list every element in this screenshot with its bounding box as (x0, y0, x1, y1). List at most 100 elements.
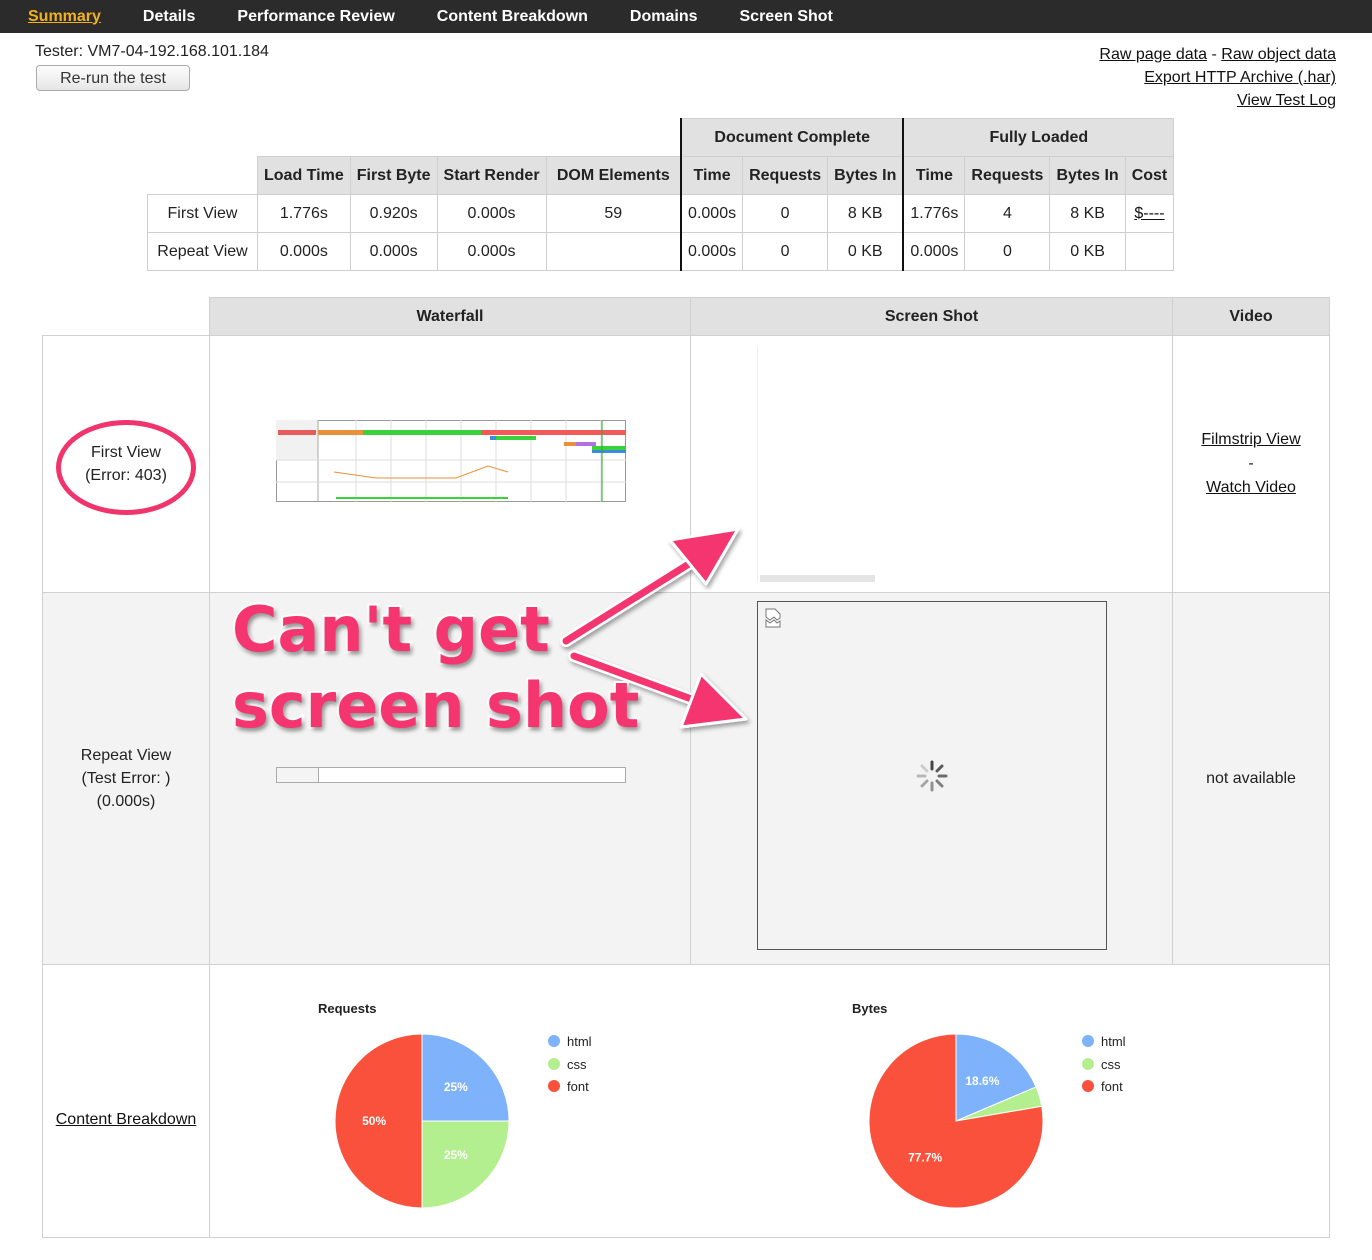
table-cell: 1.776s (257, 194, 351, 233)
requests-legend: html css font (548, 1031, 592, 1099)
screenshot-placeholder[interactable] (757, 601, 1107, 950)
table-spacer (148, 157, 258, 195)
nav-performance-review[interactable]: Performance Review (237, 8, 394, 26)
annotation-line-2: screen shot (230, 667, 641, 744)
legend-label: css (1101, 1056, 1121, 1072)
col-doc-requests: Requests (742, 156, 829, 195)
screenshot-header: Screen Shot (690, 297, 1173, 336)
nav-screen-shot[interactable]: Screen Shot (740, 8, 833, 26)
table-cell: 0.920s (349, 194, 438, 233)
legend-label: font (567, 1079, 589, 1094)
legend-swatch-font (1082, 1080, 1094, 1092)
legend-label: css (567, 1056, 587, 1072)
content-breakdown-link[interactable]: Content Breakdown (56, 1108, 197, 1131)
pie-data-label: 50% (362, 1114, 386, 1128)
table-row: Repeat View 0.000s 0.000s 0.000s 0.000s … (147, 232, 1175, 271)
repeat-view-title: Repeat View (80, 747, 172, 764)
table-cell: 0 (742, 194, 829, 233)
cost-cell: $---- (1124, 194, 1175, 233)
nav-summary[interactable]: Summary (28, 8, 101, 26)
col-start-render: Start Render (436, 156, 547, 195)
broken-image-icon (765, 608, 781, 628)
first-view-waterfall-cell (209, 335, 691, 593)
video-link-separator: - (1248, 455, 1254, 472)
screenshot-footer-bar (760, 575, 875, 582)
requests-chart-title: Requests (318, 1001, 377, 1016)
pie-data-label: 77.7% (908, 1151, 942, 1165)
repeat-view-screenshot-cell (690, 592, 1173, 965)
table-cell: 0.000s (680, 194, 744, 233)
legend-swatch-css (1082, 1057, 1094, 1070)
table-cell: 0 (742, 232, 829, 271)
pie-data-label: 25% (444, 1080, 468, 1094)
bytes-legend: html css font (1082, 1031, 1126, 1099)
pie-slice-css (421, 1120, 510, 1209)
content-breakdown-label-cell: Content Breakdown (42, 964, 210, 1238)
legend-item: html (1082, 1031, 1126, 1054)
table-cell: 0 (964, 232, 1051, 271)
table-cell: 0.000s (680, 232, 744, 271)
legend-item: css (548, 1054, 592, 1077)
raw-object-data-link[interactable]: Raw object data (1221, 46, 1336, 63)
legend-swatch-html (1082, 1035, 1094, 1047)
summary-table: Document Complete Fully Loaded Load Time… (147, 118, 1175, 271)
legend-item: css (1082, 1054, 1126, 1077)
nav-content-breakdown[interactable]: Content Breakdown (437, 8, 588, 26)
nav-details[interactable]: Details (143, 8, 195, 26)
waterfall-thumbnail[interactable] (276, 420, 626, 502)
result-links: Raw page data - Raw object data Export H… (1099, 43, 1336, 112)
legend-swatch-html (548, 1035, 560, 1047)
watch-video-link[interactable]: Watch Video (1206, 476, 1296, 500)
waterfall-thumbnail-empty[interactable] (276, 767, 626, 783)
table-cell: 0.000s (257, 232, 351, 271)
col-full-bytes-in: Bytes In (1049, 156, 1126, 195)
video-not-available: not available (1206, 770, 1296, 787)
nav-domains[interactable]: Domains (630, 8, 698, 26)
filmstrip-view-link[interactable]: Filmstrip View (1201, 428, 1300, 452)
pie-slice-html (421, 1033, 510, 1122)
view-test-log-link[interactable]: View Test Log (1237, 92, 1336, 109)
group-document-complete: Document Complete (680, 118, 904, 157)
table-cell: 0.000s (436, 194, 547, 233)
repeat-view-label: Repeat View (Test Error: ) (0.000s) (42, 592, 210, 965)
col-doc-bytes-in: Bytes In (827, 156, 904, 195)
legend-item: font (548, 1076, 592, 1099)
repeat-view-error: (Test Error: ) (81, 770, 171, 787)
waterfall-label-column (277, 768, 319, 782)
highlight-circle (56, 420, 196, 515)
table-cell (545, 232, 682, 271)
top-nav: Summary Details Performance Review Conte… (0, 0, 1372, 33)
legend-swatch-font (548, 1080, 560, 1092)
table-cell: 0.000s (349, 232, 438, 271)
table-spacer (148, 119, 682, 157)
export-har-link[interactable]: Export HTTP Archive (.har) (1144, 69, 1336, 86)
bytes-chart-title: Bytes (852, 1001, 888, 1016)
bytes-pie-chart: 18.6% 77.7% (868, 1033, 1044, 1209)
col-doc-time: Time (680, 156, 744, 195)
table-cell: 0 KB (827, 232, 904, 271)
table-cell: 0.000s (436, 232, 547, 271)
legend-item: html (548, 1031, 592, 1054)
tester-label: Tester: VM7-04-192.168.101.184 (35, 43, 269, 60)
results-grid: Waterfall Screen Shot Video First View (… (42, 297, 1330, 1238)
first-view-video-cell: Filmstrip View - Watch Video (1172, 335, 1330, 593)
col-dom-elements: DOM Elements (545, 156, 682, 195)
cost-link[interactable]: $---- (1134, 205, 1164, 222)
rerun-test-button[interactable]: Re-run the test (36, 65, 190, 91)
annotation-line-1: Can't get (230, 591, 552, 668)
table-cell: 4 (964, 194, 1051, 233)
col-cost: Cost (1124, 156, 1175, 195)
table-row: First View 1.776s 0.920s 0.000s 59 0.000… (147, 194, 1175, 233)
col-first-byte: First Byte (349, 156, 438, 195)
screenshot-thumbnail[interactable] (757, 346, 877, 582)
repeat-view-video-cell: not available (1172, 592, 1330, 965)
raw-page-data-link[interactable]: Raw page data (1099, 46, 1207, 63)
table-cell: 59 (545, 194, 682, 233)
legend-label: html (567, 1034, 592, 1049)
row-label-repeat-view: Repeat View (147, 232, 258, 271)
table-cell: 0 KB (1049, 232, 1126, 271)
pie-data-label: 25% (444, 1148, 468, 1162)
table-cell: 1.776s (902, 194, 966, 233)
legend-label: font (1101, 1079, 1123, 1094)
loading-spinner-icon (916, 760, 948, 792)
